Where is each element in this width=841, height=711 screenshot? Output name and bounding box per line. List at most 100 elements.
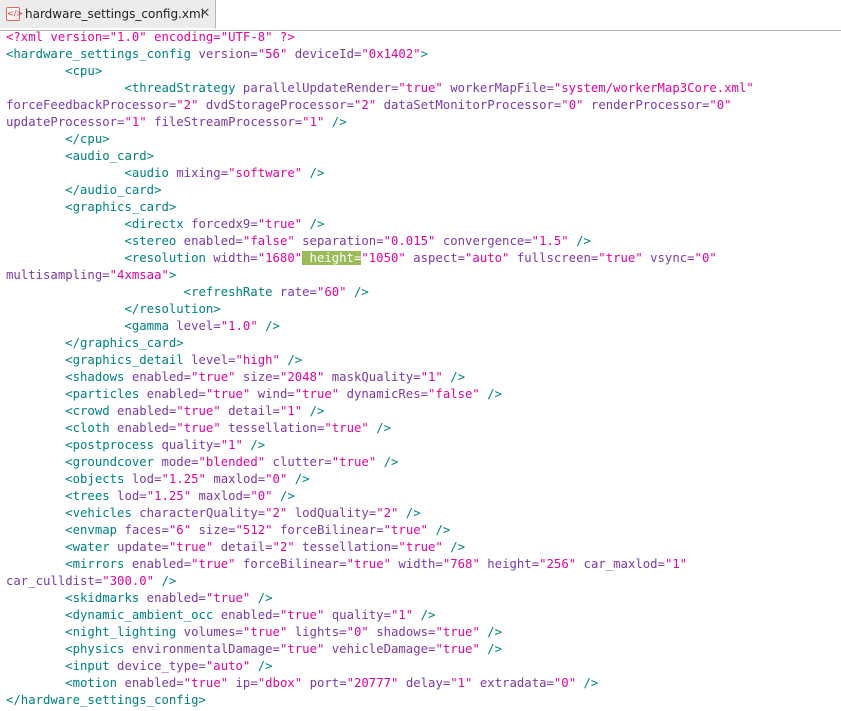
attr-value: "0x1402" — [361, 47, 421, 61]
attr-name: height= — [479, 557, 540, 571]
tab-hardware-settings-config[interactable]: </> hardware_settings_config.xml ✕ — [0, 0, 216, 29]
attr-name: port= — [302, 676, 347, 690]
attr-value: "false" — [428, 387, 480, 401]
attr-value: "system/workerMap3Core.xml" — [553, 81, 754, 95]
attr-name: enabled= — [213, 608, 280, 622]
attr-name: extradata= — [472, 676, 554, 690]
tag-token: <motion — [6, 676, 118, 690]
attr-name: enabled= — [139, 591, 206, 605]
code-content: <?xml version="1.0" encoding="UTF-8" ?> <… — [6, 30, 836, 709]
code-line: <gamma level="1.0" /> — [6, 318, 836, 335]
tag-token: </cpu> — [6, 132, 110, 146]
attr-name: volumes= — [176, 625, 243, 639]
attr-value: "1" — [124, 115, 147, 129]
attr-value: "768" — [442, 557, 480, 571]
attr-name: convergence= — [435, 234, 532, 248]
attr-value: "6" — [168, 523, 192, 537]
tag-token: <refreshRate — [6, 285, 273, 299]
close-icon[interactable]: ✕ — [198, 6, 212, 22]
tag-token: <input — [6, 659, 110, 673]
attr-name: enabled= — [109, 404, 177, 418]
attr-value: "2" — [376, 506, 399, 520]
attr-name: detail= — [220, 404, 280, 418]
code-line: <night_lighting volumes="true" lights="0… — [6, 624, 836, 641]
tag-token: /> — [272, 489, 295, 503]
attr-name: update= — [109, 540, 169, 554]
attr-name: size= — [191, 523, 236, 537]
attr-name: width= — [205, 251, 258, 265]
tag-token: <mirrors — [6, 557, 125, 571]
code-line: forceFeedbackProcessor="2" dvdStoragePro… — [6, 97, 836, 114]
tag-token: /> — [479, 387, 503, 401]
attr-name: tessellation= — [294, 540, 399, 554]
tag-token: /> — [302, 217, 325, 231]
attr-name: size= — [235, 370, 280, 384]
attr-name: parallelUpdateRender= — [235, 81, 399, 95]
tag-token: /> — [242, 438, 266, 452]
code-line: <cloth enabled="true" tessellation="true… — [6, 420, 836, 437]
code-line: <audio_card> — [6, 148, 836, 165]
attr-name: forceBilinear= — [235, 557, 347, 571]
code-line: </audio_card> — [6, 182, 836, 199]
code-line: <resolution width="1680" height="1050" a… — [6, 250, 836, 267]
attr-name: lights= — [287, 625, 347, 639]
attr-value: "true" — [331, 455, 377, 469]
tag-token: <physics — [6, 642, 125, 656]
tag-token: <cloth — [6, 421, 110, 435]
tag-token: </resolution> — [6, 302, 221, 316]
code-line: <trees lod="1.25" maxlod="0" /> — [6, 488, 836, 505]
tag-token: <shadows — [6, 370, 125, 384]
attr-value: "true" — [435, 642, 480, 656]
tag-token: /> — [302, 166, 325, 180]
attr-name: car_maxlod= — [576, 557, 665, 571]
attr-name: enabled= — [124, 557, 192, 571]
attr-name: dvdStorageProcessor= — [198, 98, 354, 112]
attr-name: detail= — [213, 540, 273, 554]
attr-value: "0" — [346, 625, 369, 639]
attr-value: "56" — [257, 47, 288, 61]
attr-value: "true" — [398, 81, 443, 95]
attr-name: quality= — [154, 438, 221, 452]
xml-file-icon: </> — [6, 7, 24, 21]
tag-token: /> — [398, 506, 421, 520]
attr-name: enabled= — [117, 676, 184, 690]
tag-token: /> — [479, 642, 503, 656]
tag-token: <objects — [6, 472, 125, 486]
attr-value: "1.0" — [220, 319, 258, 333]
attr-value: "1.5" — [531, 234, 569, 248]
code-line: <objects lod="1.25" maxlod="0" /> — [6, 471, 836, 488]
attr-name: aspect= — [405, 251, 466, 265]
attr-value: "auto" — [465, 251, 510, 265]
code-line: car_culldist="300.0" /> — [6, 573, 836, 590]
code-line: multisampling="4xmsaa"> — [6, 267, 836, 284]
code-line: <mirrors enabled="true" forceBilinear="t… — [6, 556, 836, 573]
tag-token: /> — [287, 472, 310, 486]
attr-value: "true" — [183, 676, 229, 690]
attr-value: "0" — [553, 676, 577, 690]
attr-value: "true" — [176, 421, 221, 435]
tag-token: <stereo — [6, 234, 177, 248]
code-line: <refreshRate rate="60" /> — [6, 284, 836, 301]
attr-value: "1" — [664, 557, 688, 571]
attr-name: version= — [191, 47, 258, 61]
attr-value: "2" — [265, 506, 288, 520]
attr-name: enabled= — [124, 370, 192, 384]
attr-name: tessellation= — [220, 421, 325, 435]
tag-token: </graphics_card> — [6, 336, 184, 350]
attr-name: maskQuality= — [324, 370, 421, 384]
tag-token: <threadStrategy — [6, 81, 236, 95]
tag-token: <audio — [6, 166, 169, 180]
tag-token: /> — [576, 676, 599, 690]
attr-value: "1050" — [361, 251, 406, 265]
tag-token: <graphics_detail — [6, 353, 184, 367]
attr-value: "true" — [324, 421, 369, 435]
tab-label: hardware_settings_config.xml — [25, 7, 205, 21]
attr-value: "true" — [279, 608, 325, 622]
code-editor[interactable]: <?xml version="1.0" encoding="UTF-8" ?> <… — [0, 30, 841, 711]
tag-token: /> — [346, 285, 369, 299]
tag-token: /> — [257, 319, 280, 333]
xml-file-icon-glyph: </> — [7, 9, 24, 18]
attr-name: separation= — [294, 234, 384, 248]
attr-name: dataSetMonitorProcessor= — [376, 98, 562, 112]
attr-name: forceFeedbackProcessor= — [6, 98, 177, 112]
